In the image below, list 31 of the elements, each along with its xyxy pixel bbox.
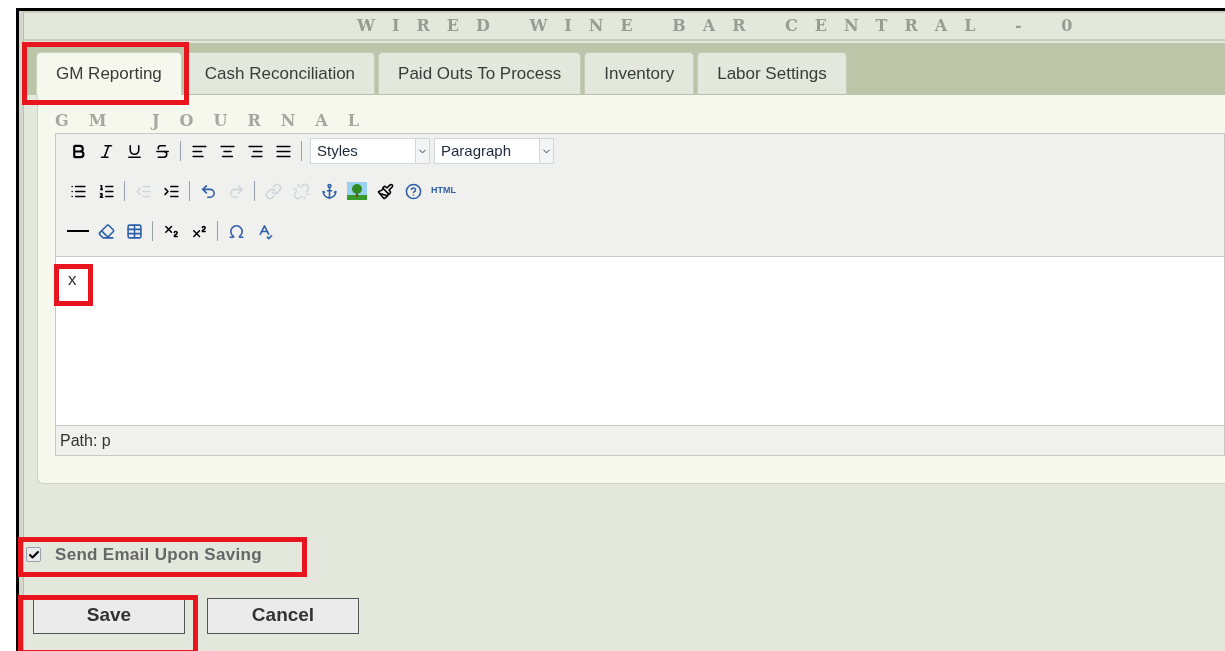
numbered-list-icon: [97, 182, 115, 200]
editor-area[interactable]: x: [56, 256, 1224, 426]
help-icon: [404, 182, 422, 200]
unlink-icon: [292, 182, 310, 200]
undo-icon: [199, 182, 217, 200]
omega-icon: [227, 222, 245, 240]
element-path: Path: p: [60, 430, 111, 451]
editor-text: x: [68, 270, 77, 289]
redo-icon: [227, 182, 245, 200]
header-title: WIRED WINE BAR CENTRAL - 0: [357, 15, 1090, 37]
tab[interactable]: Paid Outs To Process: [378, 52, 582, 95]
underline-icon: [125, 142, 143, 160]
anchor-icon: [320, 182, 338, 200]
format-dropdown[interactable]: Styles: [310, 138, 430, 164]
format-dropdown[interactable]: Paragraph: [434, 138, 554, 164]
html-button[interactable]: HTML: [427, 178, 460, 204]
checkbox[interactable]: [26, 547, 41, 563]
tree-picture-icon: [347, 182, 367, 200]
tab[interactable]: GM Reporting: [36, 52, 182, 95]
horizontal-rule-icon: [67, 230, 89, 232]
check-icon: [27, 548, 40, 561]
form-button[interactable]: Cancel: [207, 597, 359, 634]
checkbox-label: Send Email Upon Saving: [55, 544, 262, 566]
section-title: GM JOURNAL: [55, 113, 380, 129]
eraser-icon: [97, 222, 115, 240]
link-icon: [264, 182, 282, 200]
tab[interactable]: Labor Settings: [697, 52, 847, 95]
strikethrough-icon: [153, 142, 171, 160]
brush-icon: [376, 182, 394, 200]
table-icon: [125, 222, 143, 240]
tab[interactable]: Inventory: [584, 52, 695, 95]
